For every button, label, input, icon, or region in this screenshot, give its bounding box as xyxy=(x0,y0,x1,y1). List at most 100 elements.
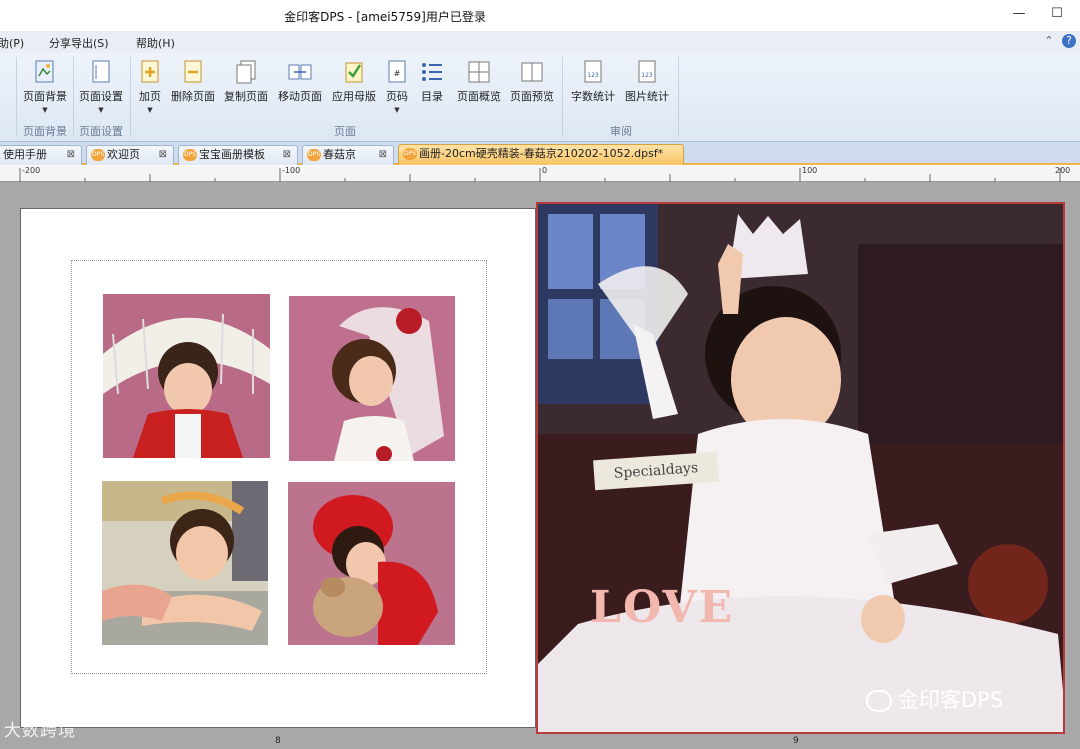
word-count-button[interactable]: 123 字数统计 xyxy=(569,59,617,104)
page-overview-icon xyxy=(468,61,490,83)
add-page-icon xyxy=(141,60,159,83)
group-separator xyxy=(130,57,131,137)
page-overview-button[interactable]: 页面概览 xyxy=(455,59,503,104)
tab-baby-album-template[interactable]: DPS 宝宝画册模板 ⊠ xyxy=(178,145,298,165)
tab-welcome[interactable]: DPS 欢迎页 ⊠ xyxy=(86,145,174,165)
apply-master-icon xyxy=(345,62,363,83)
button-label: 应用母版 xyxy=(332,90,376,103)
minimize-button[interactable]: — xyxy=(1004,4,1034,26)
copy-page-button[interactable]: 复制页面 xyxy=(222,59,270,104)
dropdown-arrow-icon: ▼ xyxy=(394,106,400,114)
button-label: 页面设置 xyxy=(79,90,123,103)
word-count-icon: 123 xyxy=(584,60,602,83)
help-icon[interactable]: ? xyxy=(1062,34,1076,48)
group-label-page-background: 页面背景 xyxy=(23,125,67,138)
button-label: 图片统计 xyxy=(625,90,669,103)
tab-active-document[interactable]: DPS 画册-20cm硬壳精装-春菇京210202-1052.dpsf* xyxy=(398,144,684,165)
photo-veil-girl[interactable] xyxy=(289,296,455,461)
photo-red-hat-girl[interactable] xyxy=(288,482,455,645)
photo-image xyxy=(103,294,270,458)
svg-text:123: 123 xyxy=(641,72,653,79)
tab-label: 欢迎页 xyxy=(107,148,140,161)
button-label: 页码 xyxy=(386,90,408,103)
right-page-number: 9 xyxy=(793,736,799,746)
page-background-icon xyxy=(35,60,54,83)
svg-text:#: # xyxy=(394,69,401,78)
ruler-label: 100 xyxy=(802,166,818,175)
close-tab-icon[interactable]: ⊠ xyxy=(283,146,291,164)
love-sticker[interactable]: LOVE xyxy=(590,582,734,633)
page-number-icon: # xyxy=(388,60,406,83)
group-separator xyxy=(562,57,563,137)
button-label: 页面预览 xyxy=(510,90,554,103)
dps-editor-window: 金印客DPS - [amei5759]用户已登录 — ☐ 助(P) 分享导出(S… xyxy=(0,0,1080,749)
dropdown-arrow-icon: ▼ xyxy=(147,106,153,114)
delete-page-button[interactable]: 删除页面 xyxy=(169,59,217,104)
group-separator xyxy=(678,57,679,137)
canvas-bottom-strip xyxy=(0,734,1080,749)
photo-image xyxy=(102,481,268,645)
maximize-button[interactable]: ☐ xyxy=(1042,4,1072,26)
page-setup-button[interactable]: 页面设置 ▼ xyxy=(77,59,125,114)
group-label-page: 页面 xyxy=(334,125,356,138)
button-label: 目录 xyxy=(421,90,443,103)
photo-image xyxy=(289,296,455,461)
image-count-icon: 123 xyxy=(638,60,656,83)
button-label: 字数统计 xyxy=(571,90,615,103)
button-label: 加页 xyxy=(139,90,161,103)
button-label: 页面背景 xyxy=(23,90,67,103)
page-setup-icon xyxy=(92,60,110,83)
group-label-review: 审阅 xyxy=(610,125,632,138)
document-tab-bar: 使用手册 ⊠ DPS 欢迎页 ⊠ DPS 宝宝画册模板 ⊠ DPS 春菇京 ⊠ DPS… xyxy=(0,142,1080,165)
tab-label: 春菇京 xyxy=(323,148,356,161)
photo-umbrella-girl[interactable] xyxy=(103,294,270,458)
delete-page-icon xyxy=(184,60,202,83)
group-separator xyxy=(16,57,17,137)
move-page-button[interactable]: 移动页面 xyxy=(276,59,324,104)
menu-bar: 助(P) 分享导出(S) 帮助(H) ⌃ ? xyxy=(0,31,1080,53)
photo-lying-girl[interactable] xyxy=(102,481,268,645)
tab-label: 宝宝画册模板 xyxy=(199,148,265,161)
tab-chun-gu-jing[interactable]: DPS 春菇京 ⊠ xyxy=(302,145,394,165)
dps-file-icon: DPS xyxy=(307,149,321,161)
ruler-label: -100 xyxy=(282,166,301,175)
close-tab-icon[interactable]: ⊠ xyxy=(159,146,167,164)
window-title: 金印客DPS - [amei5759]用户已登录 xyxy=(284,10,486,24)
toc-icon xyxy=(422,63,442,81)
page-preview-button[interactable]: 页面预览 xyxy=(508,59,556,104)
close-tab-icon[interactable]: ⊠ xyxy=(67,146,75,164)
dropdown-arrow-icon: ▼ xyxy=(98,106,104,114)
close-tab-icon[interactable]: ⊠ xyxy=(379,146,387,164)
dps-file-icon: DPS xyxy=(91,149,105,161)
photo-image xyxy=(288,482,455,645)
add-page-button[interactable]: 加页 ▼ xyxy=(136,59,164,114)
dps-file-icon: DPS xyxy=(183,149,197,161)
dps-file-icon: DPS xyxy=(403,148,417,160)
ruler-label: 200 xyxy=(1055,166,1071,175)
tab-user-manual[interactable]: 使用手册 ⊠ xyxy=(0,145,82,165)
ribbon-toolbar: 页面背景 ▼ 页面设置 ▼ 加页 ▼ 删除页面 复制页面 移动页面 应用母版 #… xyxy=(0,53,1080,142)
horizontal-ruler: -200 -100 0 100 200 xyxy=(0,166,1080,182)
svg-text:123: 123 xyxy=(587,72,599,79)
watermark-bottom-left: 大数跨境 xyxy=(4,721,76,741)
dropdown-arrow-icon: ▼ xyxy=(42,106,48,114)
right-page-cover-photo[interactable]: Specialdays LOVE xyxy=(536,202,1065,734)
menu-share-export[interactable]: 分享导出(S) xyxy=(49,35,109,51)
group-label-page-setup: 页面设置 xyxy=(79,125,123,138)
apply-master-button[interactable]: 应用母版 xyxy=(330,59,378,104)
button-label: 页面概览 xyxy=(457,90,501,103)
menu-help[interactable]: 帮助(H) xyxy=(136,35,175,51)
page-background-button[interactable]: 页面背景 ▼ xyxy=(21,59,69,114)
collapse-ribbon-icon[interactable]: ⌃ xyxy=(1042,34,1056,48)
menu-help-partial[interactable]: 助(P) xyxy=(0,35,24,51)
page-number-button[interactable]: # 页码 ▼ xyxy=(383,59,411,114)
group-separator xyxy=(73,57,74,137)
tab-label: 使用手册 xyxy=(3,148,47,161)
copy-page-icon xyxy=(236,60,256,84)
button-label: 移动页面 xyxy=(278,90,322,103)
watermark-text: 金印客DPS xyxy=(898,688,1004,712)
toc-button[interactable]: 目录 xyxy=(418,59,446,104)
image-count-button[interactable]: 123 图片统计 xyxy=(623,59,671,104)
move-page-icon xyxy=(288,64,312,80)
button-label: 删除页面 xyxy=(171,90,215,103)
